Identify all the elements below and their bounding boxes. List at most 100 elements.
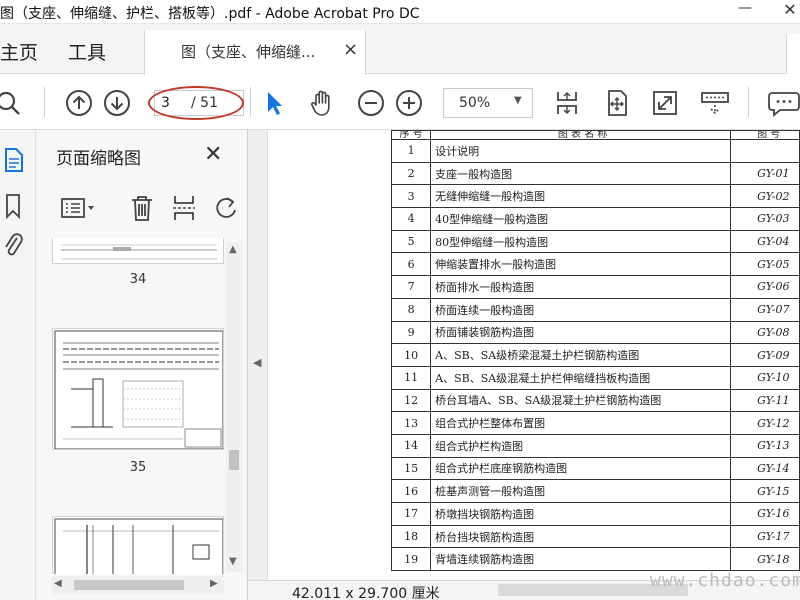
- header-num: 序 号: [390, 130, 432, 140]
- row-code: GY-11: [730, 388, 800, 413]
- document-tab[interactable]: 图（支座、伸缩缝... ×: [144, 30, 366, 75]
- attachment-icon[interactable]: [2, 230, 24, 260]
- row-name: 设计说明: [430, 139, 732, 163]
- row-name: A、SB、SA级桥梁混凝土护栏钢筋构造图: [430, 343, 732, 367]
- drawing-index-table: 序 号 图 表 名 称 图 号 1 设计说明 2 支座一般构造图 GY-01 3 无缝伸缩缝…: [390, 130, 800, 572]
- row-name: 桥面排水一般构造图: [430, 275, 732, 299]
- thumbnail-page-34[interactable]: [52, 238, 224, 264]
- scrollbar-thumb[interactable]: [74, 580, 184, 590]
- scroll-mode-icon[interactable]: [698, 88, 732, 118]
- table-row: 13 组合式护栏整体布置图 GY-12: [390, 411, 800, 435]
- thumbnail-page-36[interactable]: [52, 516, 224, 574]
- panel-close-icon[interactable]: ✕: [204, 142, 222, 167]
- options-menu-icon[interactable]: [60, 194, 98, 222]
- row-name: 支座一般构造图: [430, 161, 732, 186]
- panel-title: 页面缩略图: [56, 149, 141, 169]
- search-icon[interactable]: [0, 89, 24, 117]
- scrollbar-thumb[interactable]: [229, 450, 239, 470]
- table-row: 19 背墙连续钢筋构造图 GY-18: [390, 547, 800, 572]
- comment-icon[interactable]: [766, 88, 800, 118]
- zoom-value: 50%: [459, 95, 491, 111]
- thumbnail-label: 34: [129, 272, 147, 287]
- menu-tools[interactable]: 工具: [68, 38, 106, 65]
- table-row: 12 桥台耳墙A、SB、SA级混凝土护栏钢筋构造图 GY-11: [390, 388, 800, 413]
- row-number: 1: [390, 139, 432, 163]
- menu-home[interactable]: 主页: [0, 38, 38, 65]
- chevron-down-icon: ▼: [514, 95, 522, 106]
- row-name: A、SB、SA级混凝土护栏伸缩缝挡板构造图: [430, 365, 732, 390]
- row-number: 3: [390, 184, 432, 209]
- chevron-left-icon[interactable]: ◀: [54, 578, 62, 589]
- zoom-dropdown[interactable]: 50% ▼: [443, 88, 533, 118]
- row-code: GY-09: [730, 343, 800, 367]
- document-view[interactable]: 序 号 图 表 名 称 图 号 1 设计说明 2 支座一般构造图 GY-01 3 无缝伸缩缝…: [269, 130, 800, 580]
- extract-pages-icon[interactable]: [170, 192, 198, 224]
- header-code: 图 号: [730, 130, 800, 140]
- row-code: GY-03: [730, 207, 800, 231]
- row-number: 13: [390, 411, 432, 435]
- full-screen-icon[interactable]: [650, 88, 680, 118]
- page-size-label: 42.011 x 29.700 厘米: [292, 586, 440, 600]
- zoom-in-icon[interactable]: [394, 88, 424, 118]
- row-code: GY-15: [730, 479, 800, 503]
- row-name: 80型伸缩缝一般构造图: [430, 229, 732, 254]
- minimize-button[interactable]: —: [732, 0, 758, 22]
- table-row: 14 组合式护栏构造图 GY-13: [390, 433, 800, 458]
- row-code: GY-13: [730, 433, 800, 458]
- row-code: GY-17: [730, 524, 800, 549]
- row-name: 组合式护栏整体布置图: [430, 411, 732, 435]
- panel-collapse-strip[interactable]: ◀: [248, 130, 268, 600]
- page-thumbnails-icon[interactable]: [2, 146, 26, 174]
- toolbar: / 51 50% ▼: [0, 75, 800, 130]
- row-number: 17: [390, 502, 432, 526]
- tab-close-icon[interactable]: ×: [343, 39, 358, 60]
- thumbnail-page-35[interactable]: [52, 328, 224, 450]
- title-bar: 图（支座、伸缩缝、护栏、搭板等）.pdf - Adobe Acrobat Pro…: [0, 0, 800, 24]
- close-window-button[interactable]: ✕: [780, 0, 800, 22]
- row-name: 桩基声测管一般构造图: [430, 479, 732, 503]
- tab-overflow: [786, 34, 800, 74]
- row-number: 7: [390, 275, 432, 299]
- page-up-icon[interactable]: [64, 88, 94, 118]
- page-down-icon[interactable]: [102, 88, 132, 118]
- collapse-arrow-icon[interactable]: ◀: [253, 356, 261, 369]
- table-row: 16 桩基声测管一般构造图 GY-15: [390, 479, 800, 503]
- table-row: 4 40型伸缩缝一般构造图 GY-03: [390, 207, 800, 231]
- trash-icon[interactable]: [128, 192, 156, 224]
- zoom-out-icon[interactable]: [356, 88, 386, 118]
- thumbnail-hscrollbar[interactable]: ◀ ▶: [52, 576, 224, 594]
- table-row: 2 支座一般构造图 GY-01: [390, 161, 800, 186]
- row-code: GY-05: [730, 252, 800, 277]
- row-number: 2: [390, 161, 432, 186]
- row-number: 10: [390, 343, 432, 367]
- hand-icon[interactable]: [306, 87, 338, 119]
- bookmark-icon[interactable]: [2, 192, 24, 220]
- row-number: 4: [390, 207, 432, 231]
- row-number: 18: [390, 524, 432, 549]
- row-name: 无缝伸缩缝一般构造图: [430, 184, 732, 209]
- table-row: 1 设计说明: [390, 139, 800, 163]
- row-code: GY-14: [730, 456, 800, 481]
- row-code: GY-10: [730, 365, 800, 390]
- chevron-down-icon[interactable]: ▼: [229, 556, 237, 567]
- menu-bar: 主页 工具: [0, 24, 800, 74]
- fit-page-icon[interactable]: [552, 87, 582, 119]
- chevron-right-icon[interactable]: ▶: [210, 578, 218, 589]
- select-arrow-icon[interactable]: [262, 88, 286, 118]
- row-name: 40型伸缩缝一般构造图: [430, 207, 732, 231]
- row-code: GY-16: [730, 502, 800, 526]
- table-row: 5 80型伸缩缝一般构造图 GY-04: [390, 229, 800, 254]
- table-row: 8 桥面连续一般构造图 GY-07: [390, 297, 800, 322]
- thumbnail-label: 35: [129, 460, 147, 475]
- row-number: 16: [390, 479, 432, 503]
- row-number: 12: [390, 388, 432, 413]
- move-page-icon[interactable]: [602, 87, 632, 119]
- row-number: 11: [390, 365, 432, 390]
- rotate-icon[interactable]: [212, 192, 240, 224]
- row-code: GY-12: [730, 411, 800, 435]
- chevron-up-icon[interactable]: ▲: [229, 244, 237, 255]
- row-code: GY-04: [730, 229, 800, 254]
- row-code: GY-01: [730, 161, 800, 186]
- thumbnail-scrollbar[interactable]: ▲ ▼: [226, 242, 242, 572]
- row-name: 桥台耳墙A、SB、SA级混凝土护栏钢筋构造图: [430, 388, 732, 413]
